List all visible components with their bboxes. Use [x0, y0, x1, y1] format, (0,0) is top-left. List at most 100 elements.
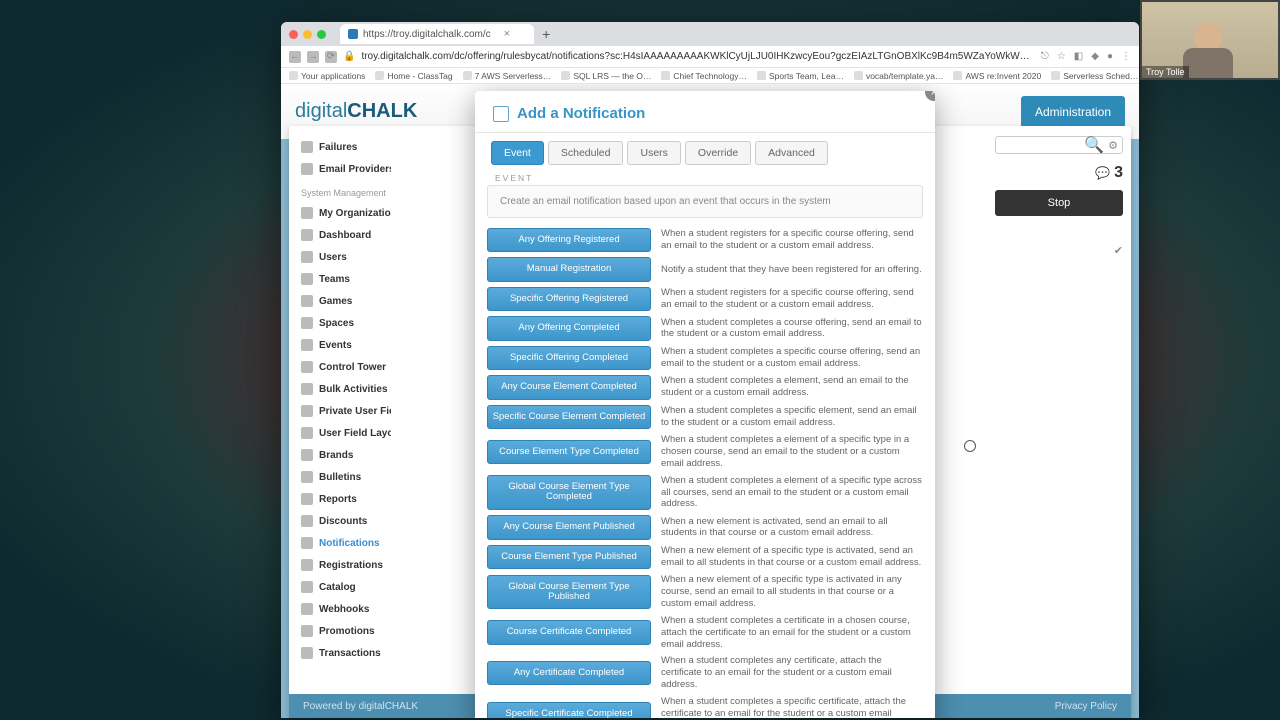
- event-description: When a student completes a certificate i…: [661, 615, 923, 651]
- bookmark-favicon-icon: [375, 71, 384, 80]
- star-icon[interactable]: ☆: [1057, 51, 1066, 62]
- avatar-icon[interactable]: ●: [1107, 51, 1113, 62]
- event-row: Global Course Element Type CompletedWhen…: [487, 475, 923, 511]
- event-button[interactable]: Any Course Element Published: [487, 515, 651, 539]
- event-button[interactable]: Specific Offering Registered: [487, 287, 651, 311]
- event-description: When a student registers for a specific …: [661, 228, 923, 252]
- event-button[interactable]: Specific Course Element Completed: [487, 405, 651, 429]
- event-row: Any Course Element Completed When a stude…: [487, 375, 923, 399]
- event-row: Any Certificate Completed When a student …: [487, 655, 923, 691]
- tab-title: https://troy.digitalchalk.com/c: [363, 29, 491, 40]
- close-tab-icon[interactable]: ×: [504, 28, 510, 40]
- address-bar: ← → ⟳ 🔒 troy.digitalchalk.com/dc/offerin…: [281, 46, 1139, 68]
- event-button[interactable]: Course Certificate Completed: [487, 620, 651, 644]
- bookmark-favicon-icon: [661, 71, 670, 80]
- modal-title-row: Add a Notification: [475, 91, 935, 132]
- back-icon[interactable]: ←: [289, 51, 301, 63]
- event-row: Specific Offering Completed When a studen…: [487, 346, 923, 370]
- event-row: Any Offering Completed When a student com…: [487, 316, 923, 340]
- caller-name: Troy Tolle: [1142, 66, 1189, 78]
- browser-tab-strip: https://troy.digitalchalk.com/c × +: [281, 22, 1139, 46]
- bookmark-favicon-icon: [757, 71, 766, 80]
- event-button[interactable]: Any Course Element Completed: [487, 375, 651, 399]
- event-description: When a student completes a course offeri…: [661, 317, 923, 341]
- event-description: When a student completes a specific cour…: [661, 346, 923, 370]
- event-list: Any Offering Registered When a student re…: [475, 228, 935, 718]
- bookmark-favicon-icon: [854, 71, 863, 80]
- bookmark-item[interactable]: Sports Team, Lea…: [757, 71, 844, 81]
- tab-override[interactable]: Override: [685, 141, 751, 165]
- event-row: Global Course Element Type Published When…: [487, 574, 923, 610]
- tab-advanced[interactable]: Advanced: [755, 141, 828, 165]
- cursor-indicator: [964, 440, 976, 452]
- ext2-icon[interactable]: ◆: [1091, 51, 1099, 62]
- forward-icon[interactable]: →: [307, 51, 319, 63]
- menu-icon[interactable]: ⋮: [1121, 51, 1131, 62]
- share-icon[interactable]: ⎋: [1041, 51, 1049, 62]
- page-content: digitalCHALK Administration Failures Ema…: [281, 84, 1139, 718]
- event-button[interactable]: Any Offering Completed: [487, 316, 651, 340]
- bookmark-item[interactable]: 7 AWS Serverless…: [463, 71, 552, 81]
- event-button[interactable]: Specific Certificate Completed: [487, 702, 651, 718]
- tab-scheduled[interactable]: Scheduled: [548, 141, 624, 165]
- caller-body: [1183, 48, 1233, 78]
- event-description: When a student completes any certificate…: [661, 655, 923, 691]
- event-description: When a student completes a element, send…: [661, 375, 923, 399]
- bookmark-item[interactable]: Your applications: [289, 71, 365, 81]
- minimize-window-icon[interactable]: [303, 30, 312, 39]
- maximize-window-icon[interactable]: [317, 30, 326, 39]
- event-button[interactable]: Global Course Element Type Completed: [487, 475, 651, 510]
- bookmark-item[interactable]: SQL LRS — the O…: [561, 71, 651, 81]
- ext1-icon[interactable]: ◧: [1074, 51, 1083, 62]
- event-description: When a student registers for a specific …: [661, 287, 923, 311]
- event-description: When a student completes a specific elem…: [661, 405, 923, 429]
- favicon-icon: [348, 29, 358, 39]
- bookmark-item[interactable]: Serverless Sched…: [1051, 71, 1138, 81]
- toolbar-extensions[interactable]: ⎋ ☆ ◧ ◆ ● ⋮: [1041, 51, 1131, 62]
- event-row: Any Offering Registered When a student re…: [487, 228, 923, 252]
- event-row: Any Course Element PublishedWhen a new e…: [487, 515, 923, 539]
- event-row: Manual Registration Notify a student that…: [487, 257, 923, 281]
- event-button[interactable]: Specific Offering Completed: [487, 346, 651, 370]
- section-label: EVENT: [475, 165, 935, 185]
- event-description: When a new element of a specific type is…: [661, 545, 923, 569]
- event-button[interactable]: Course Element Type Published: [487, 545, 651, 569]
- event-button[interactable]: Any Offering Registered: [487, 228, 651, 252]
- new-tab-button[interactable]: +: [534, 26, 558, 42]
- tab-users[interactable]: Users: [627, 141, 680, 165]
- bookmark-item[interactable]: Home - ClassTag: [375, 71, 452, 81]
- event-button[interactable]: Any Certificate Completed: [487, 661, 651, 685]
- bookmark-item[interactable]: vocab/template.ya…: [854, 71, 943, 81]
- lock-icon: 🔒: [343, 51, 355, 62]
- event-description: Notify a student that they have been reg…: [661, 264, 922, 276]
- bookmark-item[interactable]: AWS re:Invent 2020: [953, 71, 1041, 81]
- divider: [475, 132, 935, 133]
- bookmark-favicon-icon: [953, 71, 962, 80]
- url-field[interactable]: troy.digitalchalk.com/dc/offering/rulesb…: [361, 51, 1034, 62]
- bookmark-favicon-icon: [1051, 71, 1060, 80]
- video-call-thumbnail[interactable]: Troy Tolle: [1140, 0, 1280, 80]
- event-row: Course Certificate Completed When a stude…: [487, 615, 923, 651]
- intro-panel: Create an email notification based upon …: [487, 185, 923, 218]
- event-row: Specific Certificate Completed When a stu…: [487, 696, 923, 718]
- event-row: Specific Offering Registered When a stude…: [487, 287, 923, 311]
- bookmark-favicon-icon: [463, 71, 472, 80]
- event-button[interactable]: Manual Registration: [487, 257, 651, 281]
- browser-tab[interactable]: https://troy.digitalchalk.com/c ×: [340, 24, 534, 44]
- close-window-icon[interactable]: [289, 30, 298, 39]
- reload-icon[interactable]: ⟳: [325, 51, 337, 63]
- bookmark-favicon-icon: [289, 71, 298, 80]
- event-button[interactable]: Global Course Element Type Published: [487, 575, 651, 610]
- event-button[interactable]: Course Element Type Completed: [487, 440, 651, 464]
- bookmark-favicon-icon: [561, 71, 570, 80]
- tab-event[interactable]: Event: [491, 141, 544, 165]
- bookmark-item[interactable]: Chief Technology…: [661, 71, 747, 81]
- event-description: When a student completes a element of a …: [661, 434, 923, 470]
- window-controls[interactable]: [281, 30, 334, 39]
- browser-window: https://troy.digitalchalk.com/c × + ← → …: [281, 22, 1139, 718]
- event-description: When a new element of a specific type is…: [661, 574, 923, 610]
- add-notification-modal: × Add a Notification Event Scheduled Use…: [475, 91, 935, 718]
- event-description: When a student completes a specific cert…: [661, 696, 923, 718]
- modal-title: Add a Notification: [517, 105, 645, 122]
- event-row: Course Element Type Completed When a stud…: [487, 434, 923, 470]
